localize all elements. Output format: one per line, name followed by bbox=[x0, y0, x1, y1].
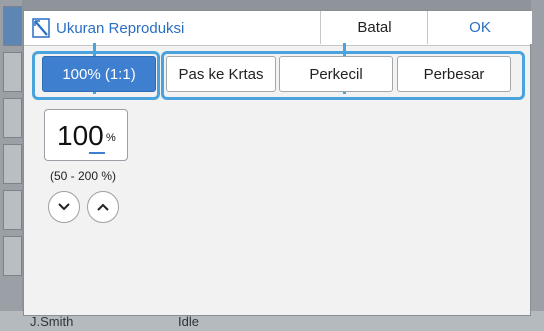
reproduction-size-dialog: Ukuran Reproduksi Batal OK 100% (1:1) Pa… bbox=[23, 10, 532, 316]
zoom-value: 100 bbox=[57, 120, 104, 151]
sidebar-tile bbox=[3, 52, 22, 92]
chevron-up-icon bbox=[97, 203, 109, 211]
sidebar-tile bbox=[3, 98, 22, 138]
cancel-button[interactable]: Batal bbox=[320, 11, 428, 44]
background-sidebar bbox=[0, 0, 22, 331]
zoom-unit: % bbox=[106, 132, 116, 144]
option-100-percent-button[interactable]: 100% (1:1) bbox=[42, 56, 156, 92]
ok-button[interactable]: OK bbox=[427, 11, 532, 44]
chevron-down-icon bbox=[58, 203, 70, 211]
option-reduce-button[interactable]: Perkecil bbox=[279, 56, 393, 92]
sidebar-tile bbox=[3, 6, 22, 46]
sidebar-tile bbox=[3, 236, 22, 276]
option-enlarge-button[interactable]: Perbesar bbox=[397, 56, 511, 92]
text-cursor bbox=[89, 152, 105, 154]
status-user: J.Smith bbox=[30, 314, 74, 329]
status-text: Idle bbox=[178, 314, 199, 329]
background-right-edge bbox=[531, 0, 544, 331]
reproduction-size-icon bbox=[32, 18, 50, 38]
decrease-button[interactable] bbox=[48, 191, 80, 223]
zoom-range-label: (50 - 200 %) bbox=[50, 169, 117, 183]
increase-button[interactable] bbox=[87, 191, 119, 223]
dialog-title: Ukuran Reproduksi bbox=[56, 20, 185, 37]
option-fit-to-paper-button[interactable]: Pas ke Krtas bbox=[166, 56, 276, 92]
dialog-title-bar: Ukuran Reproduksi Batal OK bbox=[24, 11, 532, 46]
sidebar-tile bbox=[3, 144, 22, 184]
sidebar-tile bbox=[3, 190, 22, 230]
zoom-value-field[interactable]: 100 % bbox=[44, 109, 128, 161]
